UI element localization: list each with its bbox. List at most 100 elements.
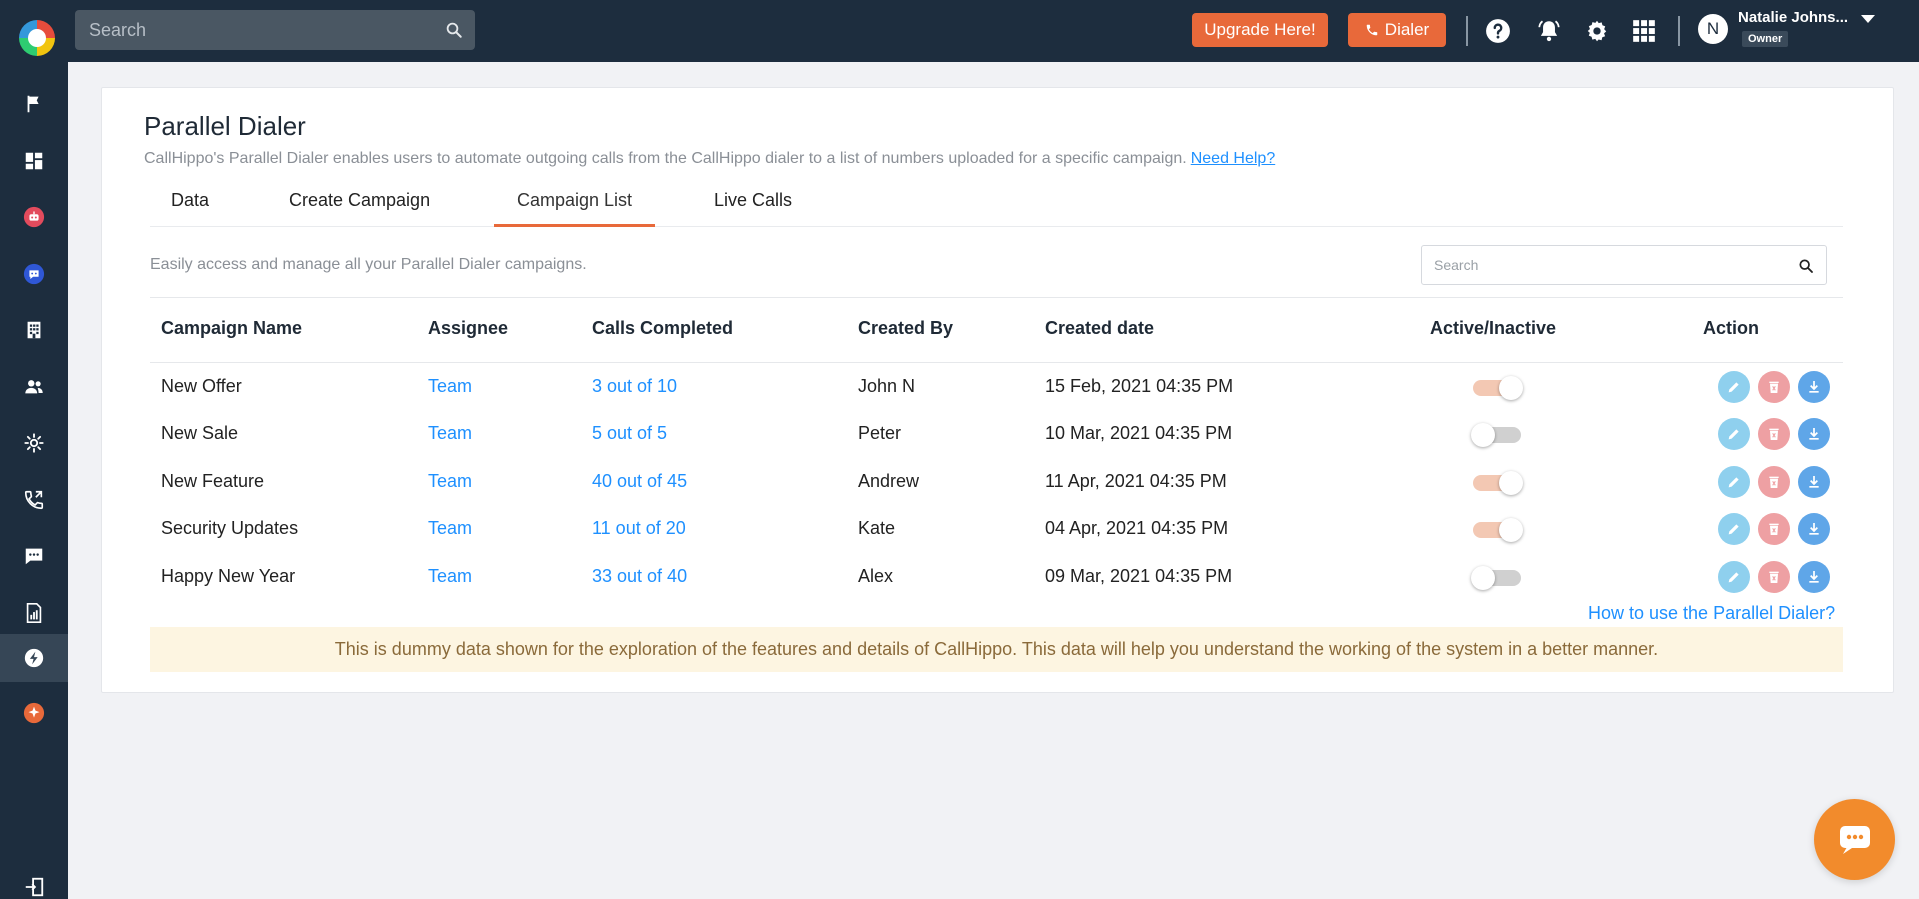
- calls-completed-link[interactable]: 3 out of 10: [592, 376, 677, 397]
- top-bar: Upgrade Here! Dialer N Natalie Johns... …: [0, 0, 1919, 62]
- sidebar-item-getting-started[interactable]: [0, 80, 68, 128]
- chatbot-icon: [23, 263, 45, 285]
- tab-create-campaign[interactable]: Create Campaign: [289, 186, 430, 227]
- delete-button[interactable]: [1758, 466, 1790, 498]
- edit-button[interactable]: [1718, 513, 1750, 545]
- edit-button[interactable]: [1718, 466, 1750, 498]
- global-search: [75, 10, 475, 50]
- download-button[interactable]: [1798, 513, 1830, 545]
- sidebar-item-ai-features[interactable]: [0, 689, 68, 737]
- download-button[interactable]: [1798, 466, 1830, 498]
- divider: [150, 362, 1843, 363]
- assignee-link[interactable]: Team: [428, 566, 472, 587]
- users-icon: [25, 380, 43, 394]
- column-header-created-date: Created date: [1045, 318, 1155, 338]
- upgrade-button[interactable]: Upgrade Here!: [1192, 13, 1328, 47]
- reports-icon: [26, 603, 42, 623]
- column-header-assignee: Assignee: [428, 318, 509, 338]
- active-toggle[interactable]: [1471, 469, 1523, 495]
- apps-grid-icon[interactable]: [1631, 18, 1657, 44]
- settings-gear-icon[interactable]: [1584, 18, 1610, 44]
- active-toggle[interactable]: [1471, 374, 1523, 400]
- created-date: 11 Apr, 2021 04:35 PM: [1045, 471, 1227, 491]
- active-toggle[interactable]: [1471, 516, 1523, 542]
- column-header-active-inactive: Active/Inactive: [1430, 318, 1557, 338]
- delete-button[interactable]: [1758, 561, 1790, 593]
- search-icon[interactable]: [445, 21, 463, 39]
- sidebar-item-chatbot[interactable]: [0, 250, 68, 298]
- delete-button[interactable]: [1758, 513, 1790, 545]
- sidebar-item-sms[interactable]: [0, 532, 68, 580]
- campaign-name: Security Updates: [161, 518, 299, 538]
- help-icon[interactable]: [1485, 18, 1511, 44]
- column-header-created-by: Created By: [858, 318, 954, 338]
- sms-icon: [25, 548, 43, 565]
- sidebar-item-logout[interactable]: [0, 863, 68, 899]
- trash-icon: [1769, 476, 1779, 488]
- calls-completed-link[interactable]: 40 out of 45: [592, 471, 687, 492]
- dialer-button[interactable]: Dialer: [1348, 13, 1446, 47]
- pencil-icon: [1728, 382, 1739, 393]
- assignee-link[interactable]: Team: [428, 518, 472, 539]
- phone-icon: [1366, 24, 1378, 36]
- created-by: Peter: [858, 423, 902, 443]
- download-button[interactable]: [1798, 371, 1830, 403]
- column-header-action: Action: [1703, 318, 1759, 338]
- trash-icon: [1769, 523, 1779, 535]
- download-button[interactable]: [1798, 561, 1830, 593]
- tab-bar: Data Create Campaign Campaign List Live …: [150, 186, 1843, 227]
- edit-button[interactable]: [1718, 561, 1750, 593]
- download-icon: [1809, 571, 1819, 583]
- active-toggle[interactable]: [1471, 564, 1523, 590]
- integrations-icon: [24, 433, 44, 453]
- chat-support-button[interactable]: [1814, 799, 1895, 880]
- campaign-name: New Feature: [161, 471, 265, 491]
- sidebar-item-integrations[interactable]: [0, 419, 68, 467]
- parallel-dialer-icon: [24, 648, 44, 668]
- how-to-use-link[interactable]: How to use the Parallel Dialer?: [1588, 603, 1835, 624]
- download-button[interactable]: [1798, 418, 1830, 450]
- tab-live-calls[interactable]: Live Calls: [714, 186, 792, 227]
- need-help-link[interactable]: Need Help?: [1191, 150, 1276, 167]
- campaign-search-input[interactable]: [1422, 246, 1826, 284]
- sidebar-item-parallel-dialer[interactable]: [0, 634, 68, 682]
- download-icon: [1809, 381, 1819, 393]
- calls-completed-link[interactable]: 33 out of 40: [592, 566, 687, 587]
- delete-button[interactable]: [1758, 418, 1790, 450]
- chevron-down-icon[interactable]: [1861, 15, 1875, 23]
- edit-button[interactable]: [1718, 418, 1750, 450]
- sidebar-item-dashboard[interactable]: [0, 137, 68, 185]
- created-by: Alex: [858, 566, 894, 586]
- callhippo-logo[interactable]: [19, 20, 55, 56]
- sidebar-item-company[interactable]: [0, 306, 68, 354]
- sidebar-item-ai-agent[interactable]: [0, 193, 68, 241]
- notification-bell-icon[interactable]: [1536, 18, 1562, 44]
- ai-sparkle-icon: [23, 702, 45, 724]
- active-toggle[interactable]: [1471, 421, 1523, 447]
- assignee-link[interactable]: Team: [428, 423, 472, 444]
- sidebar-item-call-logs[interactable]: [0, 476, 68, 524]
- tab-campaign-list[interactable]: Campaign List: [494, 186, 655, 227]
- calls-completed-link[interactable]: 11 out of 20: [592, 518, 686, 539]
- assignee-link[interactable]: Team: [428, 376, 472, 397]
- robot-icon: [23, 206, 45, 228]
- campaign-name: New Offer: [161, 376, 242, 396]
- sidebar-item-reports[interactable]: [0, 589, 68, 637]
- divider: [150, 297, 1843, 298]
- column-header-calls-completed: Calls Completed: [592, 318, 734, 338]
- pencil-icon: [1728, 477, 1739, 488]
- page-title: Parallel Dialer: [144, 111, 306, 141]
- page-description-text: CallHippo's Parallel Dialer enables user…: [144, 150, 1187, 167]
- delete-button[interactable]: [1758, 371, 1790, 403]
- sidebar-item-users[interactable]: [0, 363, 68, 411]
- created-date: 10 Mar, 2021 04:35 PM: [1045, 423, 1233, 443]
- user-name[interactable]: Natalie Johns...: [1738, 9, 1878, 26]
- divider: [1466, 16, 1468, 46]
- calls-completed-link[interactable]: 5 out of 5: [592, 423, 667, 444]
- user-avatar[interactable]: N: [1698, 14, 1728, 44]
- edit-button[interactable]: [1718, 371, 1750, 403]
- global-search-input[interactable]: [75, 10, 475, 50]
- search-icon[interactable]: [1798, 258, 1814, 274]
- tab-data[interactable]: Data: [171, 186, 209, 227]
- assignee-link[interactable]: Team: [428, 471, 472, 492]
